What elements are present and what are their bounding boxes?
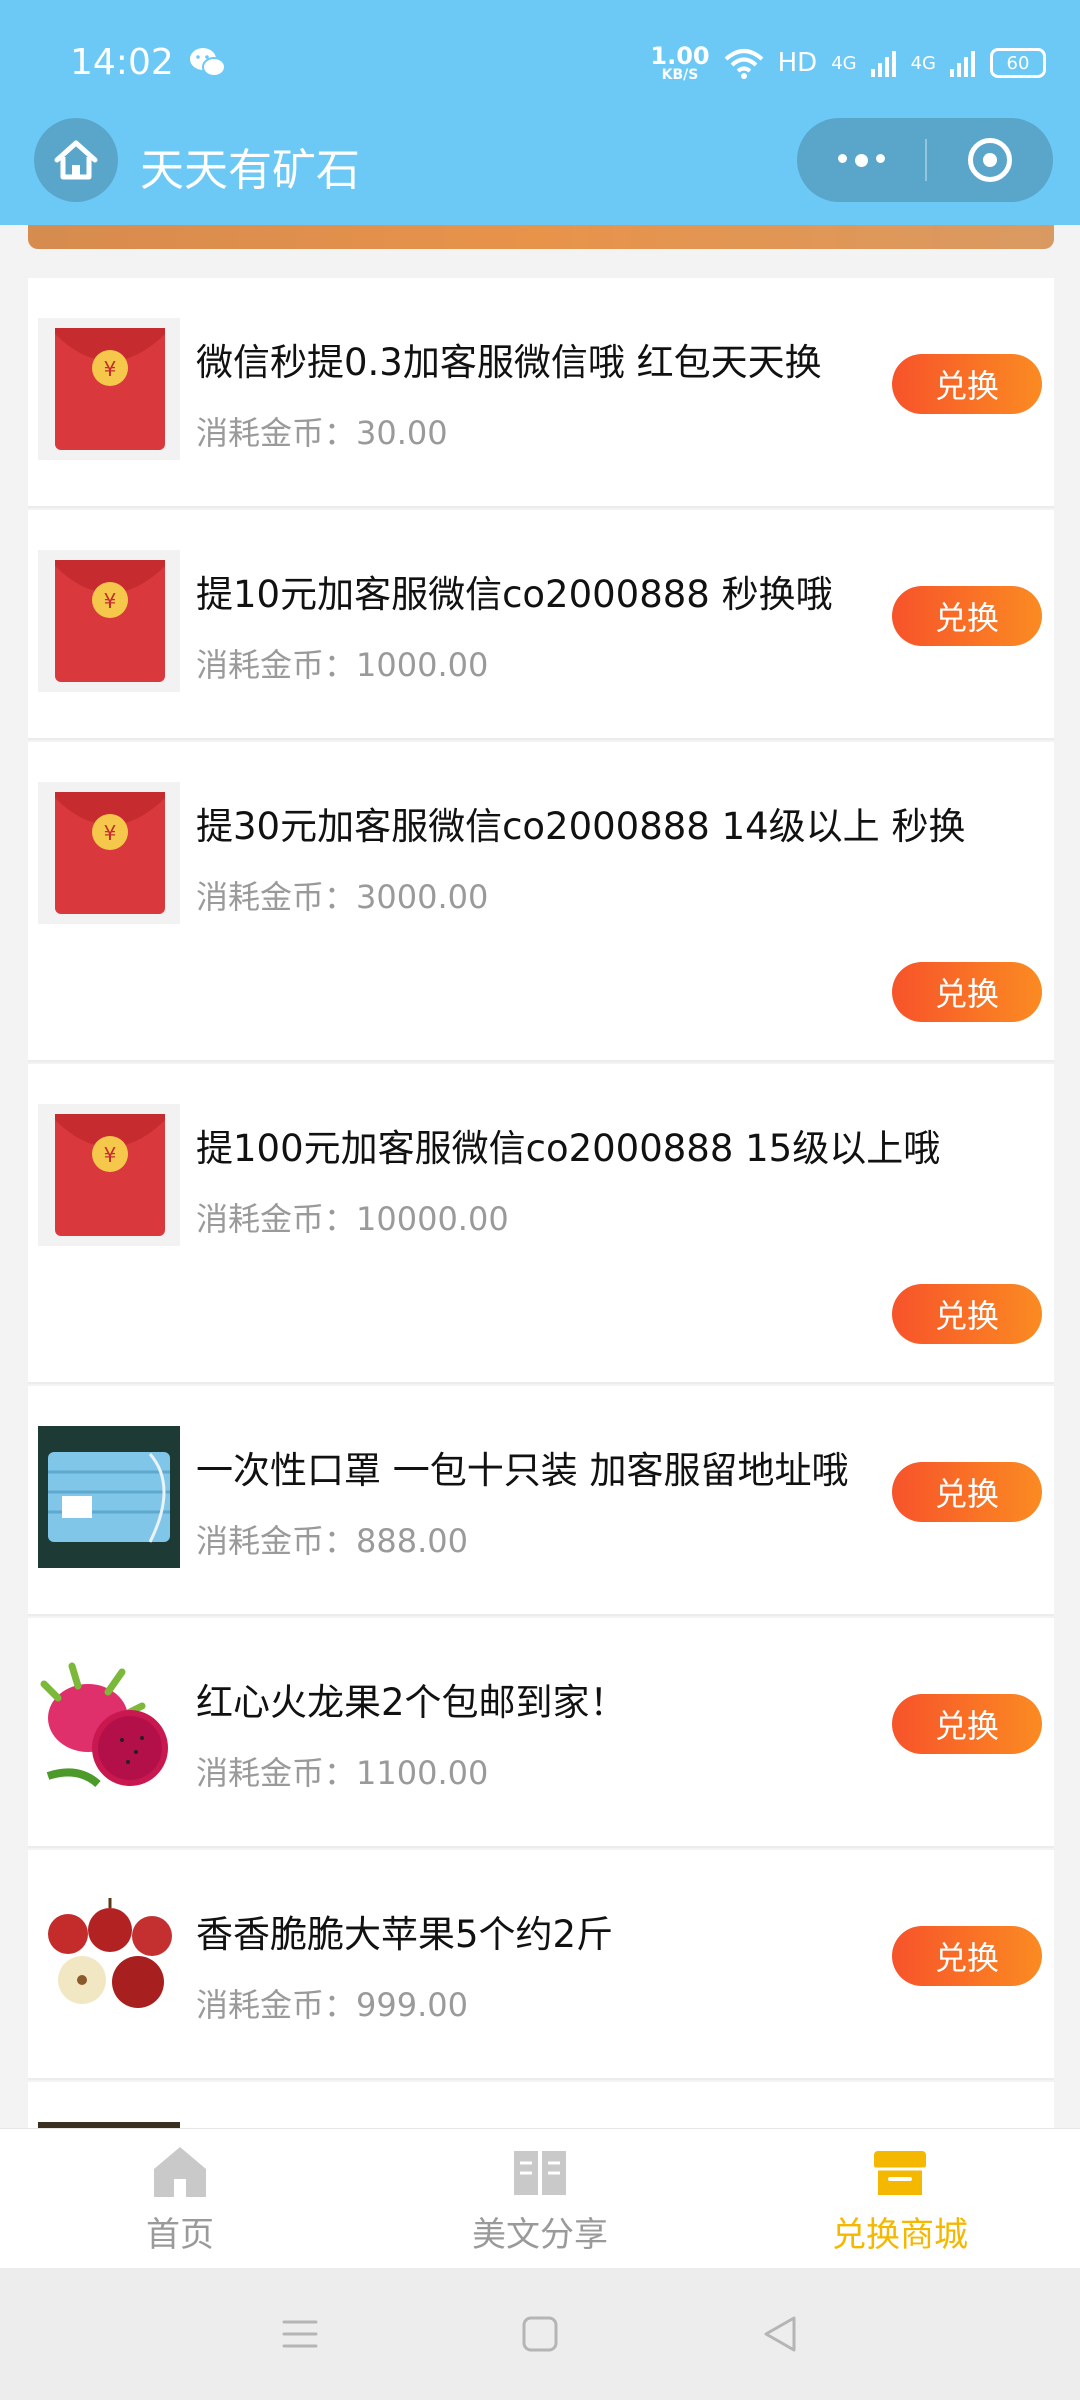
page-title: 天天有矿石 [140, 145, 360, 196]
product-cost: 消耗金币：1100.00 [196, 1754, 489, 1792]
system-navigation-bar [0, 2268, 1080, 2400]
dragon-fruit-image [38, 1658, 180, 1800]
close-icon [968, 138, 1012, 182]
wifi-icon [724, 49, 763, 79]
exchange-button[interactable]: 兑换 [892, 962, 1042, 1022]
exchange-button[interactable]: 兑换 [892, 1462, 1042, 1522]
status-bar: 14:02 1.00 KB/S HD 4G 4G 60 [0, 0, 1080, 130]
store-icon [874, 2151, 926, 2195]
product-image: ¥ [38, 1104, 180, 1246]
product-title: 香香脆脆大苹果5个约2斤 [196, 1913, 614, 1956]
product-card: ¥ 提30元加客服微信co2000888 14级以上 秒换 消耗金币：3000.… [28, 742, 1054, 1062]
red-envelope-icon: ¥ [38, 782, 180, 924]
signal-icon [870, 51, 896, 77]
product-cost: 消耗金币：30.00 [196, 414, 448, 452]
signal-4g-1: 4G [831, 52, 857, 74]
product-title: 一次性口罩 一包十只装 加客服留地址哦 [196, 1449, 849, 1492]
status-right: 1.00 KB/S HD 4G 4G 60 [650, 44, 1046, 82]
apples-image [38, 1890, 180, 2032]
red-envelope-icon: ¥ [38, 1104, 180, 1246]
product-image [38, 1890, 180, 2032]
title-bar: 天天有矿石 [0, 118, 1080, 218]
home-icon [154, 2147, 206, 2197]
svg-text:¥: ¥ [104, 589, 117, 613]
product-title: 提100元加客服微信co2000888 15级以上哦 [196, 1127, 941, 1170]
wechat-icon [190, 48, 226, 77]
product-cost: 消耗金币：888.00 [196, 1522, 468, 1560]
tab-store[interactable]: 兑换商城 [720, 2129, 1080, 2268]
tab-home[interactable]: 首页 [0, 2129, 360, 2268]
signal-icon [950, 51, 975, 77]
product-cost: 消耗金币：3000.00 [196, 878, 489, 916]
svg-text:¥: ¥ [104, 1143, 117, 1167]
exchange-button[interactable]: 兑换 [892, 1284, 1042, 1344]
red-envelope-icon: ¥ [38, 550, 180, 692]
book-icon [514, 2151, 566, 2195]
header-bar: 14:02 1.00 KB/S HD 4G 4G 60 天天有矿石 [0, 0, 1080, 225]
more-icon [837, 153, 847, 163]
product-title: 红心火龙果2个包邮到家！ [196, 1681, 627, 1724]
more-button[interactable] [797, 153, 925, 167]
square-icon[interactable] [518, 2312, 562, 2356]
home-button[interactable] [34, 118, 118, 202]
product-title: 提10元加客服微信co2000888 秒换哦 [196, 573, 833, 616]
product-cost: 消耗金币：999.00 [196, 1986, 468, 2024]
network-type: HD [777, 48, 818, 78]
product-card: 红心火龙果2个包邮到家！ 消耗金币：1100.00 兑换 [28, 1618, 1054, 1848]
exchange-button[interactable]: 兑换 [892, 586, 1042, 646]
exchange-button[interactable]: 兑换 [892, 354, 1042, 414]
product-cost: 消耗金币：1000.00 [196, 646, 489, 684]
face-mask-image [38, 1426, 180, 1568]
svg-text:¥: ¥ [104, 357, 117, 381]
red-envelope-icon: ¥ [38, 318, 180, 460]
product-card: 一次性口罩 一包十只装 加客服留地址哦 消耗金币：888.00 兑换 [28, 1386, 1054, 1616]
product-card: ¥ 提10元加客服微信co2000888 秒换哦 消耗金币：1000.00 兑换 [28, 510, 1054, 740]
banner-edge [28, 225, 1054, 249]
network-speed: 1.00 KB/S [650, 42, 710, 83]
product-image: ¥ [38, 550, 180, 692]
product-card: ¥ 微信秒提0.3加客服微信哦 红包天天换 消耗金币：30.00 兑换 [28, 278, 1054, 508]
product-image: ¥ [38, 782, 180, 924]
close-button[interactable] [927, 138, 1053, 182]
battery-icon: 60 [990, 48, 1046, 78]
product-title: 微信秒提0.3加客服微信哦 红包天天换 [196, 341, 822, 384]
signal-4g-2: 4G [910, 52, 936, 74]
product-card: 香香脆脆大苹果5个约2斤 消耗金币：999.00 兑换 [28, 1850, 1054, 2080]
product-image [38, 1658, 180, 1800]
exchange-button[interactable]: 兑换 [892, 1694, 1042, 1754]
status-time: 14:02 [70, 42, 174, 83]
tab-bar: 首页 美文分享 兑换商城 [0, 2128, 1080, 2268]
product-title: 提30元加客服微信co2000888 14级以上 秒换 [196, 805, 966, 848]
back-icon[interactable] [758, 2312, 802, 2356]
exchange-button[interactable]: 兑换 [892, 1926, 1042, 1986]
menu-icon[interactable] [278, 2312, 322, 2356]
product-image: ¥ [38, 318, 180, 460]
svg-text:¥: ¥ [104, 821, 117, 845]
home-icon [54, 140, 98, 180]
product-cost: 消耗金币：10000.00 [196, 1200, 509, 1238]
product-card: ¥ 提100元加客服微信co2000888 15级以上哦 消耗金币：10000.… [28, 1064, 1054, 1384]
tab-articles[interactable]: 美文分享 [360, 2129, 720, 2268]
mini-program-capsule [797, 118, 1053, 202]
product-image [38, 1426, 180, 1568]
